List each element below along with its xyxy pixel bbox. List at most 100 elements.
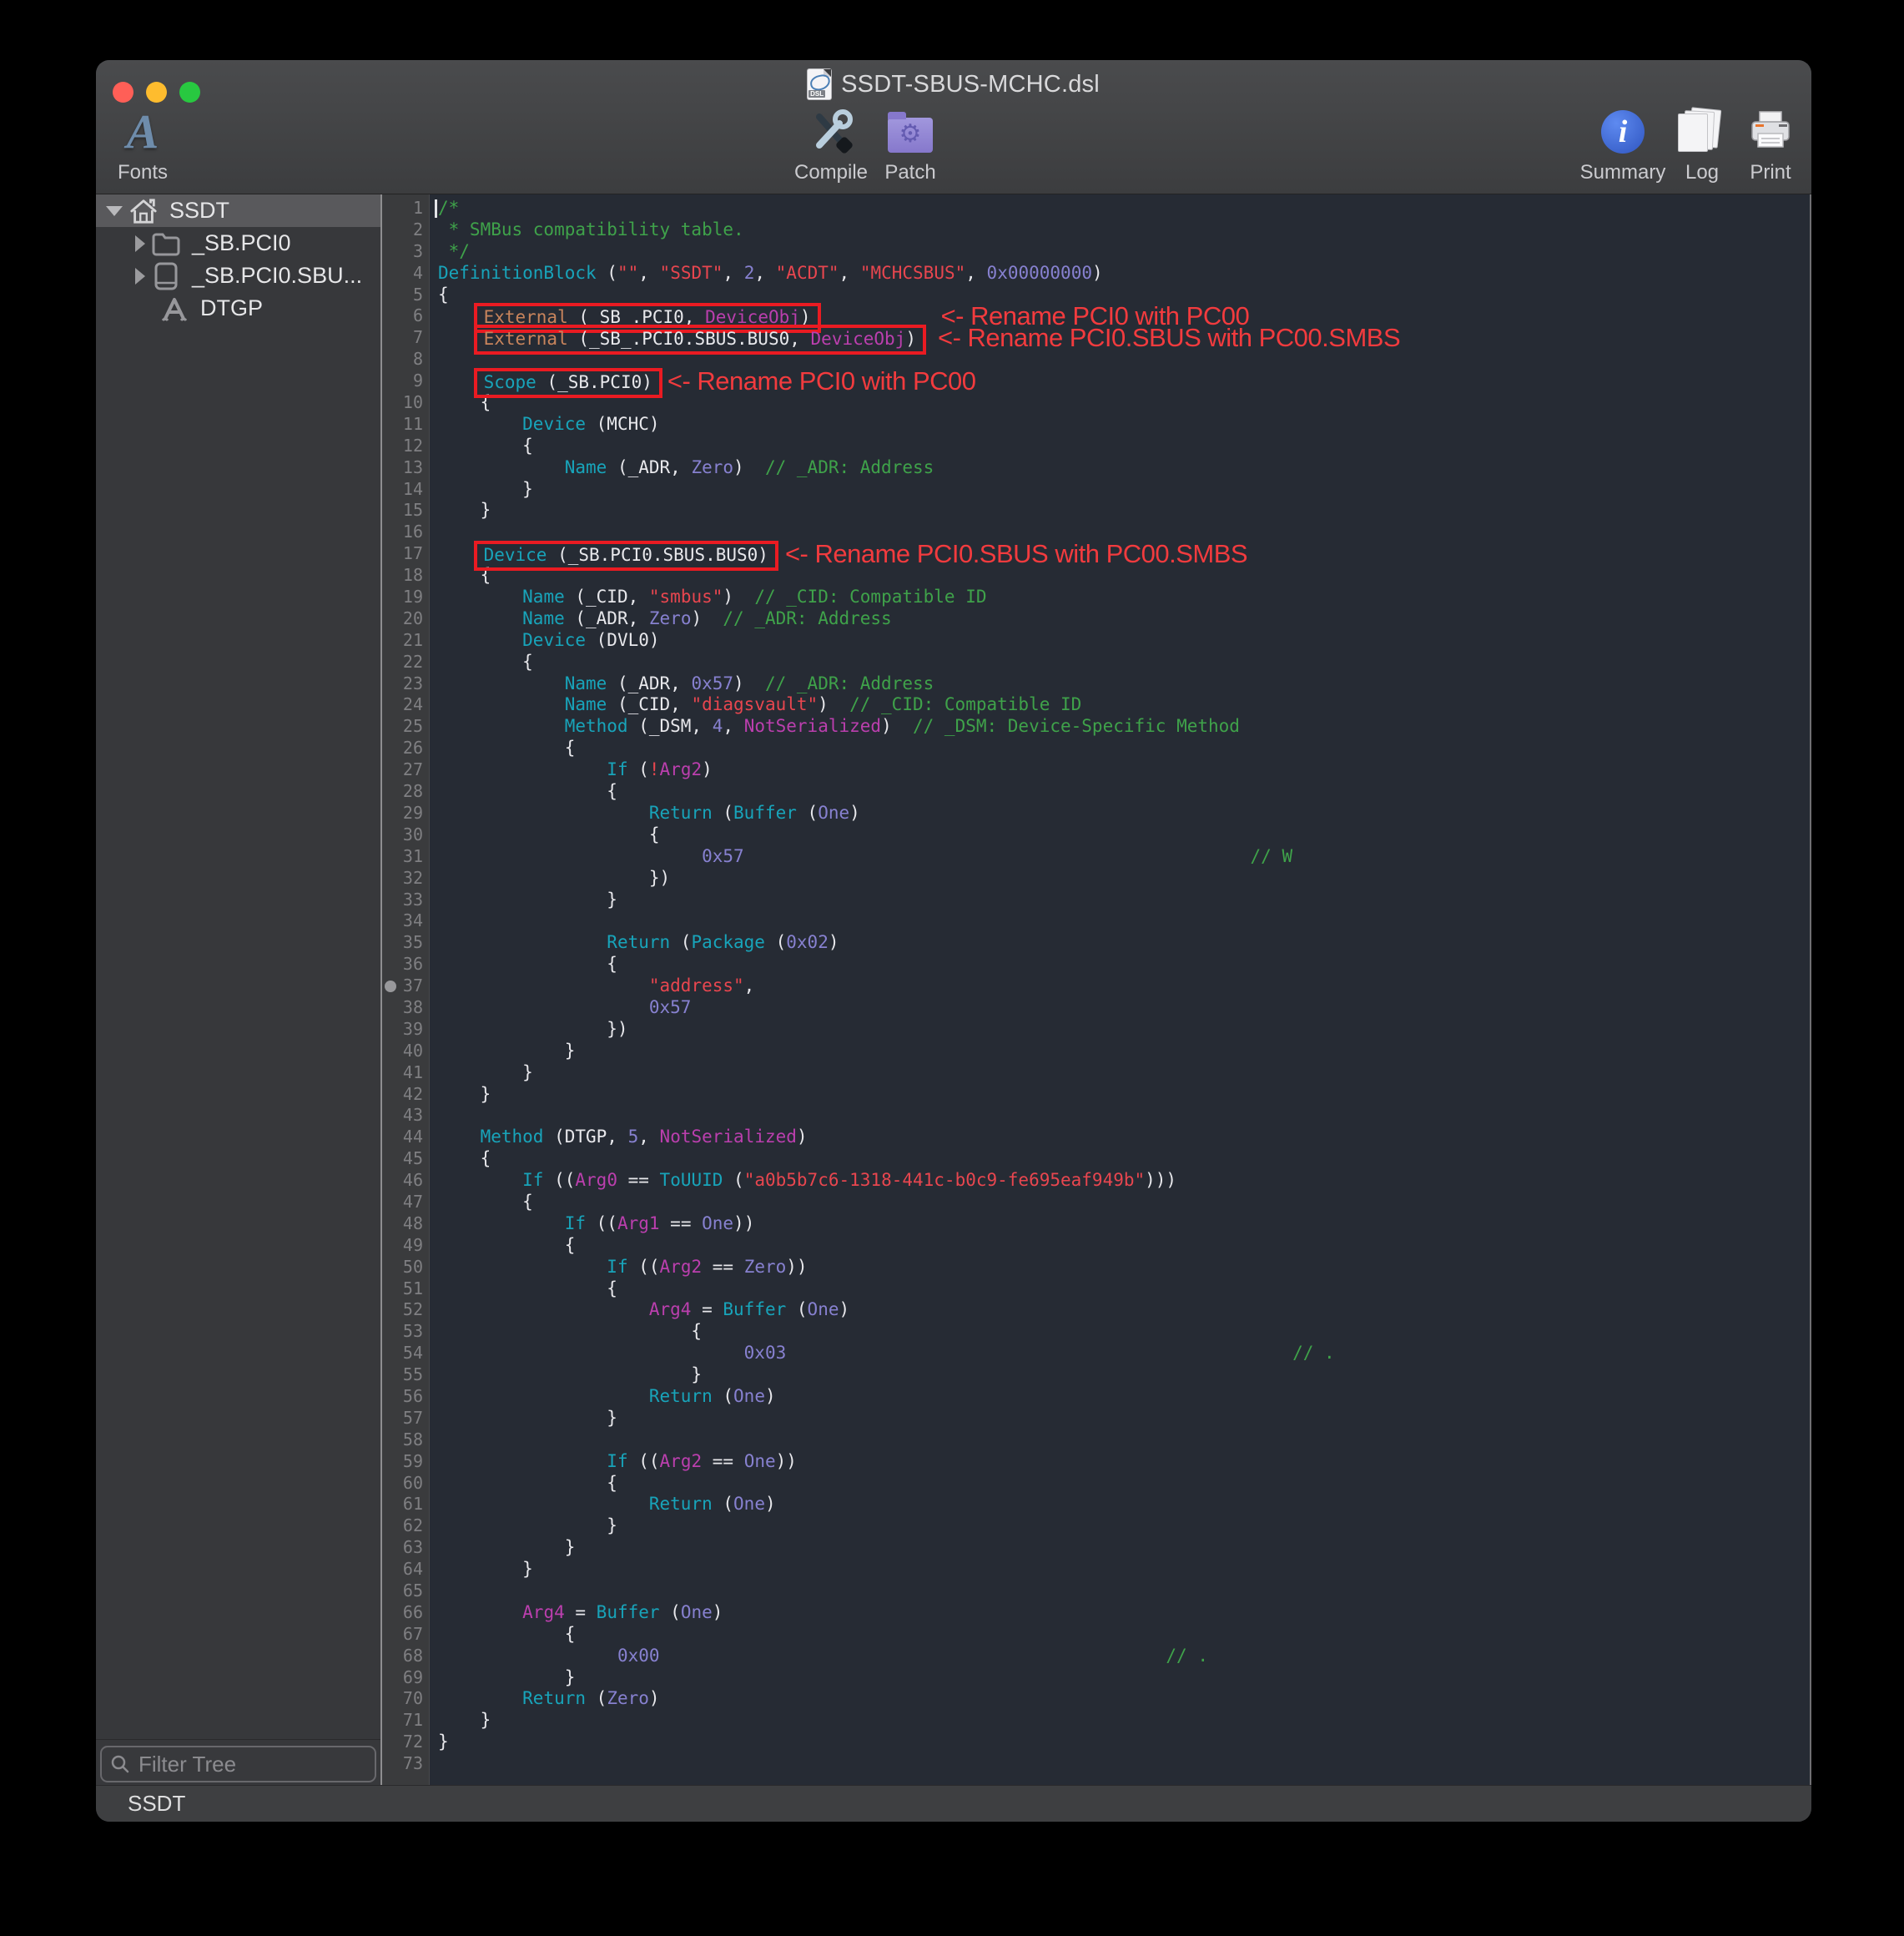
code-line[interactable]: 0x57 // W: [438, 846, 1810, 868]
code-line[interactable]: }: [438, 890, 1810, 911]
annotation-note: <- Rename PCI0.SBUS with PC00.SMBS: [938, 323, 1400, 352]
code-line[interactable]: */: [438, 241, 1810, 263]
code-line[interactable]: If ((Arg1 == One)): [438, 1213, 1810, 1235]
code-line[interactable]: }: [438, 1364, 1810, 1386]
sidebar-item-dtgp[interactable]: DTGP: [96, 292, 380, 325]
code-line[interactable]: [438, 910, 1810, 932]
code-line[interactable]: Name (_CID, "diagsvault") // _CID: Compa…: [438, 694, 1810, 716]
code-line[interactable]: }: [438, 1515, 1810, 1537]
code-line[interactable]: {: [438, 652, 1810, 673]
code-line[interactable]: }: [438, 1732, 1810, 1753]
code-line[interactable]: If ((Arg2 == One)): [438, 1451, 1810, 1473]
code-token: Buffer: [733, 803, 797, 823]
disclosure-down-icon[interactable]: [106, 206, 123, 216]
code-line[interactable]: DefinitionBlock ("", "SSDT", 2, "ACDT", …: [438, 263, 1810, 285]
code-line[interactable]: /*: [438, 198, 1810, 219]
patch-button[interactable]: ⚙ Patch: [872, 106, 949, 184]
code-line[interactable]: {: [438, 1278, 1810, 1300]
filter-field[interactable]: [100, 1746, 376, 1782]
sidebar-item-ssdt[interactable]: SSDT: [96, 194, 380, 227]
code-line[interactable]: Name (_ADR, Zero) // _ADR: Address: [438, 608, 1810, 630]
code-token: // .: [1166, 1646, 1208, 1666]
disclosure-right-icon[interactable]: [135, 268, 145, 285]
code-line[interactable]: Return (Package (0x02): [438, 932, 1810, 954]
code-line[interactable]: }): [438, 1019, 1810, 1041]
code-token: "diagsvault": [691, 694, 818, 714]
code-token: One: [733, 1494, 765, 1514]
code-token: ): [818, 694, 829, 714]
code-token: 0x57: [691, 673, 733, 693]
code-line[interactable]: }: [438, 1084, 1810, 1106]
filter-input[interactable]: [137, 1751, 375, 1778]
code-line[interactable]: Arg4 = Buffer (One): [438, 1602, 1810, 1624]
code-line[interactable]: 0x03 // .: [438, 1343, 1810, 1364]
code-line[interactable]: If ((Arg0 == ToUUID ("a0b5b7c6-1318-441c…: [438, 1170, 1810, 1192]
code-token: {: [438, 824, 660, 844]
code-line[interactable]: Return (One): [438, 1386, 1810, 1408]
summary-button[interactable]: i Summary: [1574, 106, 1671, 184]
code-line[interactable]: Return (Zero): [438, 1688, 1810, 1710]
code-line[interactable]: Return (One): [438, 1494, 1810, 1515]
code-line[interactable]: Method (_DSM, 4, NotSerialized) // _DSM:…: [438, 716, 1810, 738]
code-line[interactable]: 0x57: [438, 997, 1810, 1019]
code-token: =: [565, 1602, 597, 1622]
code-line[interactable]: }: [438, 479, 1810, 501]
code-line[interactable]: {: [438, 1473, 1810, 1495]
code-line[interactable]: }: [438, 1537, 1810, 1559]
code-line[interactable]: }: [438, 1710, 1810, 1732]
code-line[interactable]: External (_SB_.PCI0.SBUS.BUS0, DeviceObj…: [438, 327, 1810, 349]
code-line[interactable]: }: [438, 1667, 1810, 1689]
code-line[interactable]: {: [438, 781, 1810, 803]
code-line[interactable]: [438, 1753, 1810, 1775]
code-line[interactable]: }: [438, 1041, 1810, 1062]
line-number: 4: [382, 263, 429, 285]
code-line[interactable]: {: [438, 1321, 1810, 1343]
code-line[interactable]: }: [438, 1559, 1810, 1581]
compile-button[interactable]: Compile: [793, 106, 869, 184]
code-line[interactable]: Method (DTGP, 5, NotSerialized): [438, 1127, 1810, 1148]
code-line[interactable]: Name (_ADR, 0x57) // _ADR: Address: [438, 673, 1810, 695]
code-line[interactable]: {: [438, 1624, 1810, 1646]
code-line[interactable]: {: [438, 738, 1810, 759]
sidebar-item-sb-pci0-sbus[interactable]: _SB.PCI0.SBU...: [96, 260, 380, 292]
code-line[interactable]: [438, 1581, 1810, 1602]
code-line[interactable]: Scope (_SB.PCI0)<- Rename PCI0 with PC00: [438, 371, 1810, 392]
code-line[interactable]: "address",: [438, 976, 1810, 997]
line-number: 73: [382, 1753, 429, 1775]
code-line[interactable]: * SMBus compatibility table.: [438, 219, 1810, 241]
code-line[interactable]: Arg4 = Buffer (One): [438, 1299, 1810, 1321]
code-line[interactable]: Device (MCHC): [438, 414, 1810, 436]
code-line[interactable]: }: [438, 1408, 1810, 1429]
code-token: [438, 1688, 522, 1708]
code-line[interactable]: {: [438, 954, 1810, 976]
code-line[interactable]: {: [438, 436, 1810, 457]
log-button[interactable]: Log: [1666, 106, 1738, 184]
code-line[interactable]: 0x00 // .: [438, 1646, 1810, 1667]
code-line[interactable]: {: [438, 824, 1810, 846]
code-token: ): [702, 759, 713, 779]
line-number: 32: [382, 868, 429, 890]
code-line[interactable]: }): [438, 868, 1810, 890]
code-line[interactable]: Device (DVL0): [438, 630, 1810, 652]
fonts-button[interactable]: A Fonts: [96, 106, 189, 184]
code-line[interactable]: Device (_SB.PCI0.SBUS.BUS0)<- Rename PCI…: [438, 543, 1810, 565]
line-number: 61: [382, 1494, 429, 1515]
code-line[interactable]: Return (Buffer (One): [438, 803, 1810, 824]
code-editor[interactable]: /* * SMBus compatibility table. */Defini…: [431, 194, 1811, 1785]
print-button[interactable]: Print: [1735, 106, 1806, 184]
code-line[interactable]: [438, 1105, 1810, 1127]
code-line[interactable]: If ((Arg2 == Zero)): [438, 1257, 1810, 1278]
code-line[interactable]: }: [438, 1062, 1810, 1084]
code-line[interactable]: [438, 1429, 1810, 1451]
code-line[interactable]: {: [438, 1148, 1810, 1170]
sidebar-item-sb-pci0[interactable]: _SB.PCI0: [96, 227, 380, 260]
code-line[interactable]: If (!Arg2): [438, 759, 1810, 781]
code-line[interactable]: {: [438, 1192, 1810, 1213]
code-line[interactable]: }: [438, 500, 1810, 522]
code-token: ): [691, 608, 702, 628]
code-line[interactable]: Name (_CID, "smbus") // _CID: Compatible…: [438, 587, 1810, 608]
disclosure-right-icon[interactable]: [135, 235, 145, 252]
code-line[interactable]: Name (_ADR, Zero) // _ADR: Address: [438, 457, 1810, 479]
code-line[interactable]: {: [438, 1235, 1810, 1257]
line-number: 62: [382, 1515, 429, 1537]
